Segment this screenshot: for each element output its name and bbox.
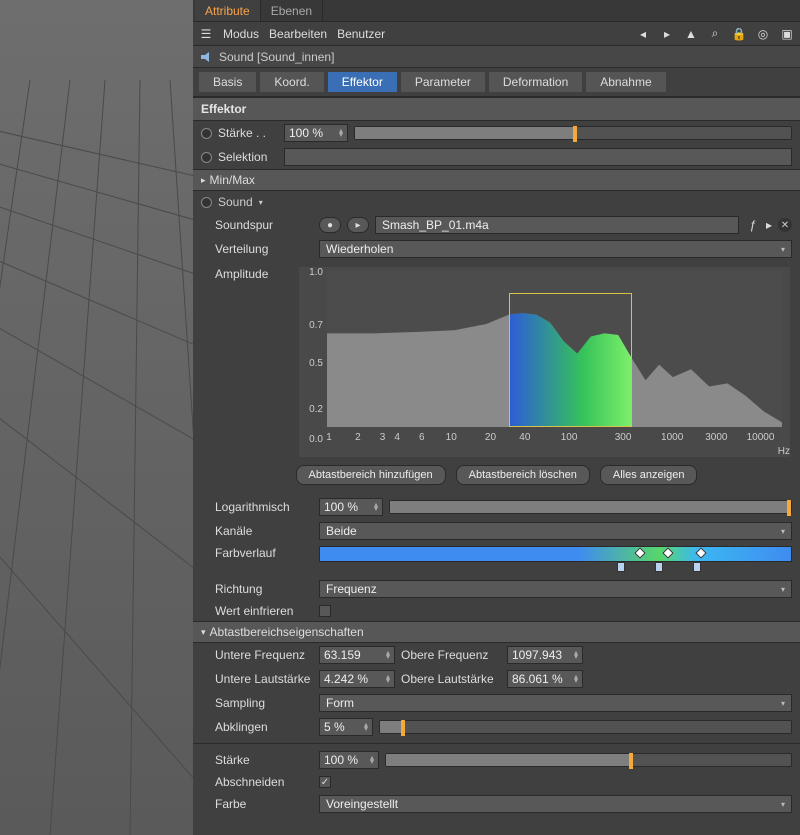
input-logarithmisch[interactable]: 100 %▴▾ bbox=[319, 498, 383, 516]
nav-back-icon[interactable]: ◂ bbox=[636, 27, 650, 41]
tab-attribute[interactable]: Attribute bbox=[195, 0, 261, 21]
disclosure-minmax[interactable]: ▸ Min/Max bbox=[193, 169, 800, 191]
dropdown-verteilung[interactable]: Wiederholen▾ bbox=[319, 240, 792, 258]
subtab-effektor[interactable]: Effektor bbox=[328, 72, 397, 92]
chevron-down-icon: ▾ bbox=[201, 627, 206, 638]
label-richtung: Richtung bbox=[201, 582, 313, 596]
dropdown-richtung[interactable]: Frequenz▾ bbox=[319, 580, 792, 598]
menu-bearbeiten[interactable]: Bearbeiten bbox=[269, 27, 327, 41]
soundspur-more-icon[interactable]: ▸ bbox=[766, 218, 772, 232]
anim-dot-staerke[interactable] bbox=[201, 128, 212, 139]
label-untere-laut: Untere Lautstärke bbox=[201, 672, 313, 686]
section-effektor-header: Effektor bbox=[193, 97, 800, 121]
axis-unit-hz: Hz bbox=[778, 446, 790, 457]
slider-staerke[interactable] bbox=[354, 126, 792, 140]
object-name: Sound [Sound_innen] bbox=[219, 50, 334, 64]
label-verteilung: Verteilung bbox=[201, 242, 313, 256]
gradient-handle[interactable] bbox=[617, 562, 625, 572]
menu-benutzer[interactable]: Benutzer bbox=[337, 27, 385, 41]
label-minmax: Min/Max bbox=[210, 173, 255, 187]
label-sampling: Sampling bbox=[201, 696, 313, 710]
checkbox-abschneiden[interactable]: ✓ bbox=[319, 776, 331, 788]
input-soundfile[interactable]: Smash_BP_01.m4a bbox=[375, 216, 739, 234]
input-staerke[interactable]: 100 %▴▾ bbox=[284, 124, 348, 142]
label-obere-laut: Obere Lautstärke bbox=[401, 672, 501, 686]
btn-show-all[interactable]: Alles anzeigen bbox=[600, 465, 698, 485]
gradient-editor[interactable] bbox=[319, 546, 792, 562]
search-icon[interactable]: ⌕ bbox=[708, 27, 722, 41]
dropdown-farbe[interactable]: Voreingestellt▾ bbox=[319, 795, 792, 813]
input-obere-freq[interactable]: 1097.943▴▾ bbox=[507, 646, 583, 664]
input-untere-laut[interactable]: 4.242 %▴▾ bbox=[319, 670, 395, 688]
nav-up-icon[interactable]: ▲ bbox=[684, 27, 698, 41]
label-abtast-eig: Abtastbereichseigenschaften bbox=[210, 625, 364, 639]
gradient-handle[interactable] bbox=[655, 562, 663, 572]
disclosure-abtast-eig[interactable]: ▾ Abtastbereichseigenschaften bbox=[193, 621, 800, 643]
chevron-down-icon[interactable]: ▾ bbox=[259, 198, 263, 207]
slider-abklingen[interactable] bbox=[379, 720, 792, 734]
input-abklingen[interactable]: 5 %▴▾ bbox=[319, 718, 373, 736]
sound-object-icon bbox=[199, 50, 213, 64]
label-soundspur: Soundspur bbox=[201, 218, 313, 232]
subtab-abnahme[interactable]: Abnahme bbox=[586, 72, 665, 92]
subtab-koord[interactable]: Koord. bbox=[260, 72, 323, 92]
dropdown-kanaele[interactable]: Beide▾ bbox=[319, 522, 792, 540]
list-icon[interactable]: ☰ bbox=[199, 27, 213, 41]
panel-tabs: Attribute Ebenen bbox=[193, 0, 800, 22]
label-farbverlauf: Farbverlauf bbox=[201, 546, 313, 560]
label-abklingen: Abklingen bbox=[201, 720, 313, 734]
slider-staerke2[interactable] bbox=[385, 753, 792, 767]
amplitude-spectrum-graph[interactable]: 1.0 0.7 0.5 0.2 0.0 bbox=[299, 267, 790, 457]
btn-del-range[interactable]: Abtastbereich löschen bbox=[456, 465, 590, 485]
object-header: Sound [Sound_innen] bbox=[193, 46, 800, 68]
menu-modus[interactable]: Modus bbox=[223, 27, 259, 41]
label-obere-freq: Obere Frequenz bbox=[401, 648, 501, 662]
slider-logarithmisch[interactable] bbox=[389, 500, 792, 514]
label-abschneiden: Abschneiden bbox=[201, 775, 313, 789]
tab-ebenen[interactable]: Ebenen bbox=[261, 0, 323, 21]
btn-add-range[interactable]: Abtastbereich hinzufügen bbox=[296, 465, 446, 485]
label-selektion: Selektion bbox=[218, 150, 278, 164]
viewport-3d[interactable] bbox=[0, 0, 193, 835]
label-logarithmisch: Logarithmisch bbox=[201, 500, 313, 514]
lock-icon[interactable]: 🔒 bbox=[732, 27, 746, 41]
nav-fwd-icon[interactable]: ▸ bbox=[660, 27, 674, 41]
target-icon[interactable]: ◎ bbox=[756, 27, 770, 41]
soundspur-record-button[interactable]: ● bbox=[319, 217, 341, 233]
dropdown-sampling[interactable]: Form▾ bbox=[319, 694, 792, 712]
attribute-manager-panel: Attribute Ebenen ☰ Modus Bearbeiten Benu… bbox=[193, 0, 800, 835]
soundspur-clear-icon[interactable]: ✕ bbox=[778, 218, 792, 232]
label-staerke2: Stärke bbox=[201, 753, 313, 767]
label-kanaele: Kanäle bbox=[201, 524, 313, 538]
label-amplitude: Amplitude bbox=[201, 267, 293, 457]
label-farbe: Farbe bbox=[201, 797, 313, 811]
input-selektion[interactable] bbox=[284, 148, 792, 166]
new-icon[interactable]: ▣ bbox=[780, 27, 794, 41]
anim-dot-selektion[interactable] bbox=[201, 152, 212, 163]
chevron-right-icon: ▸ bbox=[201, 175, 206, 186]
attribute-body: Effektor Stärke . . 100 %▴▾ Selektion ▸ … bbox=[193, 97, 800, 835]
attribute-toolbar: ☰ Modus Bearbeiten Benutzer ◂ ▸ ▲ ⌕ 🔒 ◎ … bbox=[193, 22, 800, 46]
label-wert-einfrieren: Wert einfrieren bbox=[201, 604, 313, 618]
input-untere-freq[interactable]: 63.159▴▾ bbox=[319, 646, 395, 664]
input-staerke2[interactable]: 100 %▴▾ bbox=[319, 751, 379, 769]
label-staerke: Stärke . . bbox=[218, 126, 278, 140]
label-sound-group: Sound bbox=[218, 195, 253, 209]
soundspur-play-button[interactable]: ▸ bbox=[347, 217, 369, 233]
anim-dot-sound[interactable] bbox=[201, 197, 212, 208]
checkbox-wert-einfrieren[interactable] bbox=[319, 605, 331, 617]
subtab-parameter[interactable]: Parameter bbox=[401, 72, 485, 92]
label-untere-freq: Untere Frequenz bbox=[201, 648, 313, 662]
attribute-subtabs: Basis Koord. Effektor Parameter Deformat… bbox=[193, 68, 800, 97]
selection-rectangle[interactable] bbox=[509, 293, 632, 427]
fcurve-icon[interactable]: ƒ bbox=[745, 218, 760, 232]
input-obere-laut[interactable]: 86.061 %▴▾ bbox=[507, 670, 583, 688]
subtab-basis[interactable]: Basis bbox=[199, 72, 256, 92]
subtab-deformation[interactable]: Deformation bbox=[489, 72, 582, 92]
gradient-handle[interactable] bbox=[693, 562, 701, 572]
